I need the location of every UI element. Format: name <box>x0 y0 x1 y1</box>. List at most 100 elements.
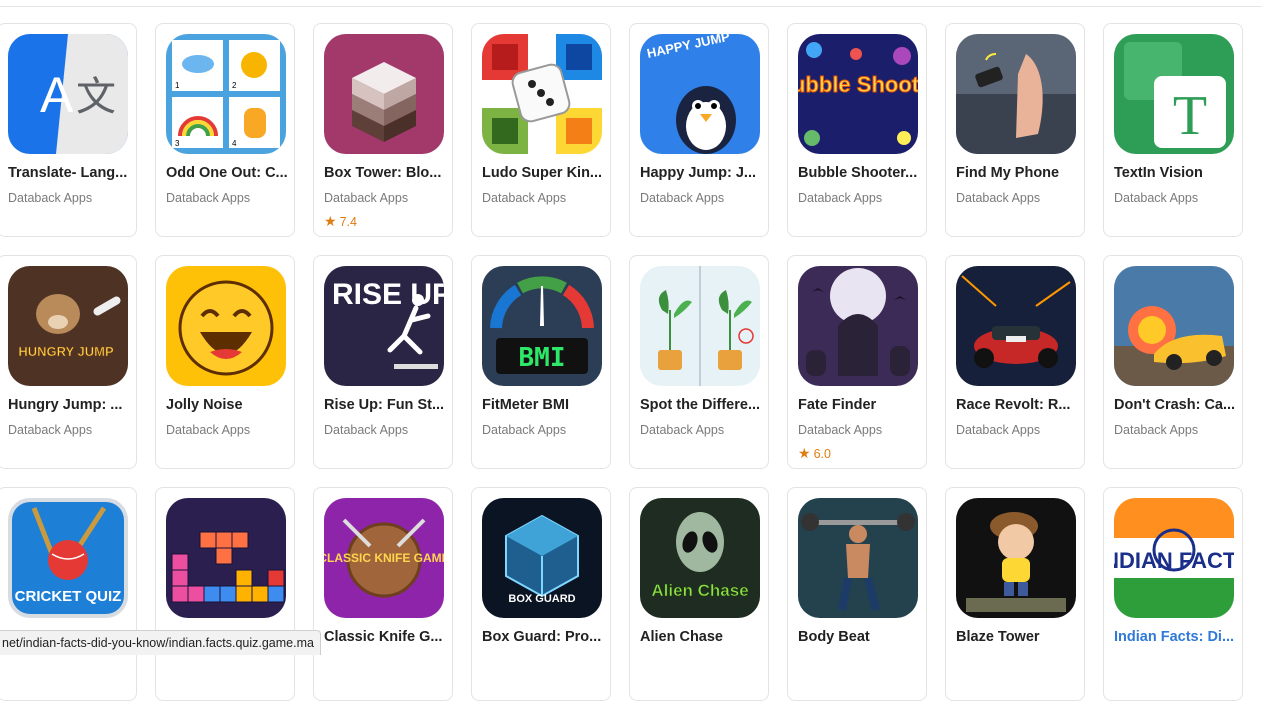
app-card[interactable]: CRICKET QUIZ <box>0 487 137 701</box>
app-developer: Databack Apps <box>8 423 93 437</box>
svg-text:文: 文 <box>76 74 116 120</box>
app-card[interactable]: Body Beat <box>787 487 927 701</box>
odd-one-out-icon: 1 2 3 4 <box>166 34 286 154</box>
app-card[interactable]: Fate Finder Databack Apps ★ 6.0 <box>787 255 927 469</box>
star-icon: ★ <box>798 445 811 461</box>
body-beat-icon <box>798 498 918 618</box>
app-card[interactable]: RISE UP Rise Up: Fun St... Databack Apps <box>313 255 453 469</box>
ludo-icon <box>482 34 602 154</box>
textin-vision-icon: T <box>1114 34 1234 154</box>
app-title-hovered-link[interactable]: Indian Facts: Di... <box>1114 629 1238 645</box>
app-card[interactable]: Box Tower: Blo... Databack Apps ★ 7.4 <box>313 23 453 237</box>
app-card[interactable]: INDIAN FACTS Indian Facts: Di... <box>1103 487 1243 701</box>
box-tower-icon <box>324 34 444 154</box>
svg-text:A: A <box>40 67 74 123</box>
app-developer: Databack Apps <box>166 191 251 205</box>
status-bar-url: net/indian-facts-did-you-know/indian.fac… <box>0 630 321 655</box>
app-card[interactable]: 1 2 3 4 Odd One Out: C... Databack Apps <box>155 23 295 237</box>
app-title[interactable]: Race Revolt: R... <box>956 397 1080 413</box>
app-card[interactable]: Don't Crash: Ca... Databack Apps <box>1103 255 1243 469</box>
cricket-quiz-icon: CRICKET QUIZ <box>8 498 128 618</box>
app-card[interactable]: A文 Translate- Lang... Databack Apps <box>0 23 137 237</box>
app-card[interactable]: T TextIn Vision Databack Apps <box>1103 23 1243 237</box>
rating-value: 6.0 <box>813 447 831 461</box>
app-title[interactable]: Happy Jump: J... <box>640 165 764 181</box>
app-title[interactable]: Ludo Super Kin... <box>482 165 606 181</box>
star-icon: ★ <box>324 213 337 229</box>
app-title[interactable]: TextIn Vision <box>1114 165 1238 181</box>
app-card[interactable] <box>155 487 295 701</box>
app-card[interactable]: Bubble Shooter Bubble Shooter... Databac… <box>787 23 927 237</box>
alien-chase-icon: Alien Chase <box>640 498 760 618</box>
app-developer: Databack Apps <box>324 191 409 205</box>
app-developer: Databack Apps <box>1114 423 1199 437</box>
app-developer: Databack Apps <box>798 423 883 437</box>
rise-up-icon: RISE UP <box>324 266 444 386</box>
spot-difference-icon <box>640 266 760 386</box>
app-title[interactable]: Spot the Differe... <box>640 397 764 413</box>
app-title[interactable]: FitMeter BMI <box>482 397 606 413</box>
app-card[interactable]: Find My Phone Databack Apps <box>945 23 1085 237</box>
app-title[interactable]: Blaze Tower <box>956 629 1080 645</box>
icon-caption: BMI <box>519 343 566 373</box>
bmi-icon: BMI <box>482 266 602 386</box>
app-title[interactable]: Hungry Jump: ... <box>8 397 132 413</box>
app-card[interactable]: CLASSIC KNIFE GAME Classic Knife G... <box>313 487 453 701</box>
app-card[interactable]: HUNGRY JUMP Hungry Jump: ... Databack Ap… <box>0 255 137 469</box>
app-card[interactable]: Spot the Differe... Databack Apps <box>629 255 769 469</box>
app-grid: A文 Translate- Lang... Databack Apps 1 2 3 4… <box>0 0 1262 701</box>
svg-text:2: 2 <box>232 81 237 90</box>
app-developer: Databack Apps <box>482 191 567 205</box>
icon-caption: BOX GUARD <box>508 593 575 605</box>
app-developer: Databack Apps <box>640 191 725 205</box>
find-my-phone-icon <box>956 34 1076 154</box>
app-title[interactable]: Translate- Lang... <box>8 165 132 181</box>
icon-caption: Alien Chase <box>651 581 748 600</box>
app-title[interactable]: Don't Crash: Ca... <box>1114 397 1238 413</box>
app-card[interactable]: Alien Chase Alien Chase <box>629 487 769 701</box>
race-revolt-icon <box>956 266 1076 386</box>
app-rating: ★ 7.4 <box>324 213 357 230</box>
app-card[interactable]: BMI FitMeter BMI Databack Apps <box>471 255 611 469</box>
app-title[interactable]: Alien Chase <box>640 629 764 645</box>
app-card[interactable]: Ludo Super Kin... Databack Apps <box>471 23 611 237</box>
app-title[interactable]: Jolly Noise <box>166 397 290 413</box>
dont-crash-icon <box>1114 266 1234 386</box>
svg-text:3: 3 <box>175 139 180 148</box>
app-title[interactable]: Fate Finder <box>798 397 922 413</box>
icon-caption: T <box>1173 85 1207 147</box>
icon-caption: Bubble Shooter <box>798 72 918 97</box>
app-card[interactable]: Race Revolt: R... Databack Apps <box>945 255 1085 469</box>
app-developer: Databack Apps <box>956 423 1041 437</box>
app-developer: Databack Apps <box>482 423 567 437</box>
app-card[interactable]: BOX GUARD Box Guard: Pro... <box>471 487 611 701</box>
translate-icon: A文 <box>8 34 128 154</box>
app-title[interactable]: Rise Up: Fun St... <box>324 397 448 413</box>
app-title[interactable]: Body Beat <box>798 629 922 645</box>
svg-text:4: 4 <box>232 139 237 148</box>
svg-text:1: 1 <box>175 81 180 90</box>
icon-caption: HUNGRY JUMP <box>18 344 114 359</box>
app-developer: Databack Apps <box>798 191 883 205</box>
box-guard-icon: BOX GUARD <box>482 498 602 618</box>
blaze-tower-icon <box>956 498 1076 618</box>
app-title[interactable]: Box Tower: Blo... <box>324 165 448 181</box>
app-title[interactable]: Odd One Out: C... <box>166 165 290 181</box>
app-developer: Databack Apps <box>1114 191 1199 205</box>
app-developer: Databack Apps <box>324 423 409 437</box>
indian-facts-icon: INDIAN FACTS <box>1114 498 1234 618</box>
app-title[interactable]: Bubble Shooter... <box>798 165 922 181</box>
icon-caption: RISE UP <box>332 278 444 311</box>
app-title[interactable]: Classic Knife G... <box>324 629 448 645</box>
jolly-noise-icon <box>166 266 286 386</box>
app-card[interactable]: Jolly Noise Databack Apps <box>155 255 295 469</box>
happy-jump-icon: HAPPY JUMP <box>640 34 760 154</box>
icon-caption: CRICKET QUIZ <box>15 588 122 605</box>
bubble-shooter-icon: Bubble Shooter <box>798 34 918 154</box>
app-card[interactable]: Blaze Tower <box>945 487 1085 701</box>
app-title[interactable]: Box Guard: Pro... <box>482 629 606 645</box>
app-card[interactable]: HAPPY JUMP Happy Jump: J... Databack App… <box>629 23 769 237</box>
fate-finder-icon <box>798 266 918 386</box>
app-title[interactable]: Find My Phone <box>956 165 1080 181</box>
icon-caption: INDIAN FACTS <box>1114 548 1234 573</box>
